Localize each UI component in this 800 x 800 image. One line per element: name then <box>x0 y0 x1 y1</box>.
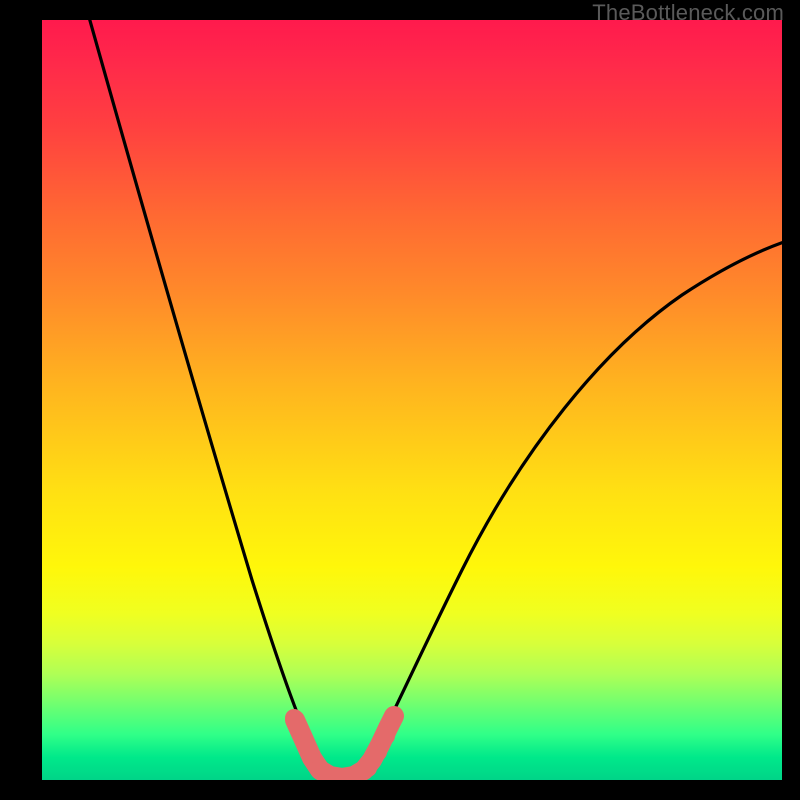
left-curve <box>87 20 325 776</box>
right-curve <box>360 242 782 776</box>
chart-frame: TheBottleneck.com <box>0 0 800 800</box>
curve-overlay <box>42 20 782 780</box>
watermark-text: TheBottleneck.com <box>592 0 784 26</box>
plot-area <box>42 20 782 780</box>
marker-dots <box>285 709 403 780</box>
